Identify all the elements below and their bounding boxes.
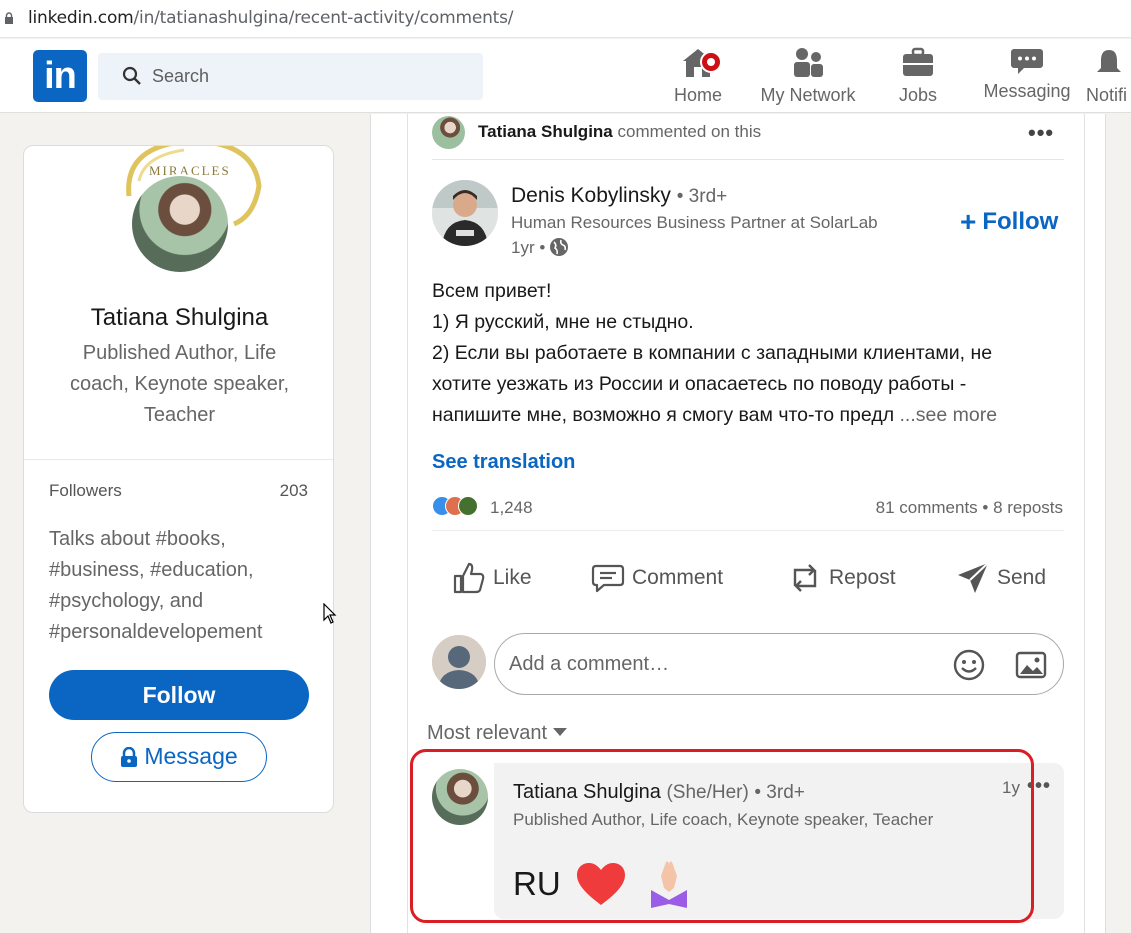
- post-text-line: 1) Я русский, мне не стыдно.: [432, 311, 694, 333]
- author-name-line: Denis Kobylinsky • 3rd+: [511, 184, 727, 208]
- like-button[interactable]: Like: [451, 558, 532, 598]
- repost-icon: [793, 564, 817, 592]
- linkedin-logo[interactable]: in: [33, 50, 87, 102]
- actor-name[interactable]: Tatiana Shulgina: [478, 122, 613, 141]
- emoji-icon[interactable]: [953, 649, 985, 681]
- lock-icon: [121, 746, 138, 767]
- search-box[interactable]: Search: [98, 53, 483, 100]
- url-text: linkedin.com/in/tatianashulgina/recent-a…: [28, 8, 514, 28]
- nav-my-network[interactable]: My Network: [756, 47, 860, 109]
- see-more-link[interactable]: ...see more: [900, 404, 998, 426]
- like-label: Like: [493, 566, 532, 589]
- default-avatar-icon: [432, 635, 486, 689]
- more-options-icon[interactable]: •••: [1028, 120, 1054, 146]
- author-headline: Human Resources Business Partner at Sola…: [511, 213, 878, 232]
- lock-icon: [5, 12, 13, 24]
- caret-down-icon: [553, 728, 568, 736]
- globe-icon: [550, 238, 569, 256]
- author-degree: • 3rd+: [676, 186, 728, 207]
- post-text-line: 2) Если вы работаете в компании с западн…: [432, 338, 1038, 431]
- send-icon: [958, 562, 989, 593]
- thumbs-up-icon: [453, 562, 485, 594]
- people-icon: [794, 48, 823, 77]
- follow-button[interactable]: Follow: [49, 670, 309, 720]
- repost-button[interactable]: Repost: [787, 558, 896, 598]
- comment-label: Comment: [632, 566, 724, 589]
- profile-card: MIRACLES Tatiana Shulgina Published Auth…: [23, 145, 334, 813]
- actor-avatar[interactable]: [432, 116, 465, 149]
- image-icon[interactable]: [1015, 651, 1047, 679]
- search-icon: [122, 66, 141, 85]
- profile-headline: Published Author, Life coach, Keynote sp…: [69, 342, 290, 426]
- comment-input[interactable]: Add a comment…: [494, 633, 1064, 695]
- comment-icon: [591, 564, 625, 593]
- message-label: Message: [144, 743, 238, 769]
- current-user-avatar[interactable]: [432, 635, 486, 689]
- post-body: Всем привет! 1) Я русский, мне не стыдно…: [432, 276, 1072, 431]
- nav-messaging[interactable]: Messaging: [982, 47, 1072, 109]
- follow-author-label: Follow: [982, 208, 1059, 235]
- profile-name[interactable]: Tatiana Shulgina: [24, 304, 333, 332]
- author-avatar[interactable]: [432, 180, 498, 246]
- divider: [432, 159, 1064, 160]
- nav-jobs-label: Jobs: [898, 85, 938, 105]
- divider: [432, 530, 1064, 531]
- mouse-cursor-icon: [323, 603, 337, 624]
- send-label: Send: [997, 566, 1047, 589]
- profile-avatar[interactable]: [130, 174, 230, 274]
- global-nav: in Search Home My Network Jobs Messaging…: [0, 39, 1131, 113]
- comment-button[interactable]: Comment: [590, 558, 723, 598]
- author-name[interactable]: Denis Kobylinsky: [511, 184, 671, 207]
- talks-about: Talks about #books, #business, #educatio…: [49, 528, 263, 643]
- highlight-box: [410, 749, 1034, 923]
- support-reaction-icon: [458, 496, 478, 516]
- reactions-count[interactable]: 1,248: [490, 498, 533, 518]
- briefcase-icon: [903, 47, 933, 76]
- message-button[interactable]: Message: [91, 732, 267, 782]
- messaging-icon: [1011, 49, 1043, 74]
- notification-badge: [700, 51, 722, 73]
- activity-header: Tatiana Shulgina commented on this: [478, 122, 761, 142]
- author-photo: [432, 180, 498, 246]
- see-translation-link[interactable]: See translation: [432, 451, 575, 474]
- repost-label: Repost: [829, 566, 896, 589]
- nav-messaging-label: Messaging: [983, 81, 1071, 101]
- search-placeholder: Search: [152, 66, 210, 86]
- nav-home[interactable]: Home: [672, 47, 724, 109]
- bell-icon: [1097, 50, 1121, 72]
- sort-label: Most relevant: [427, 722, 548, 744]
- plus-icon: +: [960, 206, 977, 237]
- post-time-text: 1yr •: [511, 238, 546, 257]
- followers-label: Followers: [49, 481, 122, 500]
- social-counts[interactable]: 81 comments • 8 reposts: [876, 498, 1063, 518]
- follow-author-button[interactable]: + Follow: [960, 206, 1058, 238]
- nav-jobs[interactable]: Jobs: [896, 47, 940, 109]
- nav-home-label: Home: [673, 85, 722, 105]
- send-button[interactable]: Send: [955, 558, 1046, 598]
- comment-placeholder: Add a comment…: [509, 653, 670, 675]
- post-time: 1yr •: [511, 237, 569, 258]
- followers-count: 203: [279, 481, 308, 500]
- actor-action: commented on this: [617, 122, 762, 141]
- sort-comments-dropdown[interactable]: Most relevant: [427, 722, 568, 745]
- nav-my-network-label: My Network: [760, 85, 856, 105]
- divider: [24, 459, 333, 460]
- post-text-line: Всем привет!: [432, 280, 552, 302]
- nav-notifications[interactable]: Notifi: [1086, 47, 1131, 109]
- nav-notifications-label: Notifi: [1086, 85, 1128, 105]
- browser-url-bar[interactable]: linkedin.com/in/tatianashulgina/recent-a…: [0, 0, 1131, 38]
